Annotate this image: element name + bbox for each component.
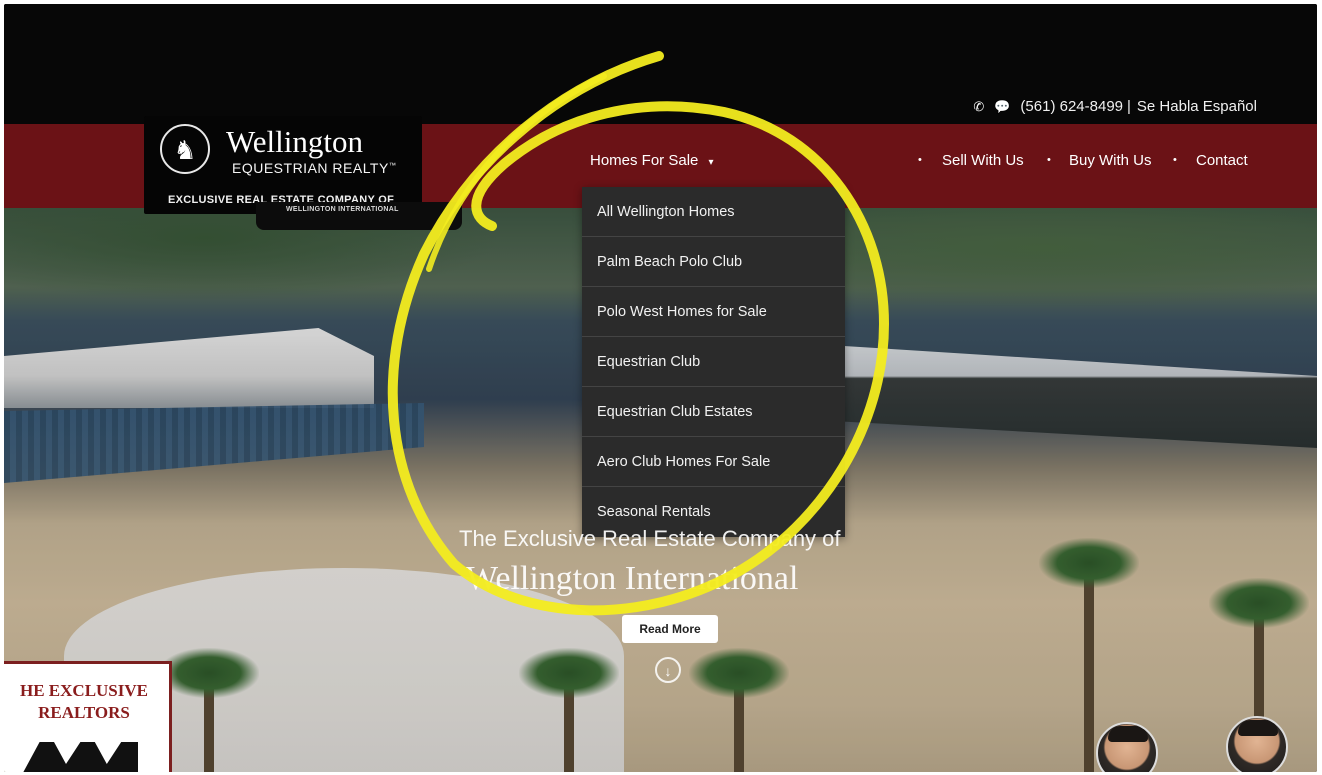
agent-avatar[interactable] (1226, 716, 1288, 772)
nav-buy-with-us[interactable]: Buy With Us (1069, 152, 1152, 169)
w-logo-mark (18, 742, 138, 772)
logo-sub-tagline: WELLINGTON INTERNATIONAL (256, 202, 462, 230)
horse-weathervane-icon: ♞ (160, 124, 210, 174)
contact-line: ✆ 💬 (561) 624-8499 | Se Habla Español (973, 98, 1257, 115)
nav-bullet: • (918, 154, 922, 166)
nav-sell-with-us[interactable]: Sell With Us (942, 152, 1024, 169)
hero-subheading: The Exclusive Real Estate Company of (459, 526, 841, 551)
site-logo[interactable]: ♞ Wellington EQUESTRIAN REALTY™ EXCLUSIV… (144, 116, 422, 214)
divider: | (1127, 98, 1131, 115)
arrow-down-circle-icon[interactable]: ↓ (655, 657, 681, 683)
dropdown-item-equestrian-club-estates[interactable]: Equestrian Club Estates (582, 387, 845, 437)
logo-name: Wellington (226, 124, 363, 159)
dropdown-item-polo-west-homes[interactable]: Polo West Homes for Sale (582, 287, 845, 337)
exclusive-realtors-badge: HE EXCLUSIVE REALTORS (4, 661, 172, 772)
dropdown-item-palm-beach-polo-club[interactable]: Palm Beach Polo Club (582, 237, 845, 287)
homes-for-sale-dropdown: All Wellington Homes Palm Beach Polo Clu… (582, 187, 845, 537)
dropdown-item-all-wellington-homes[interactable]: All Wellington Homes (582, 187, 845, 237)
chevron-down-icon: ▾ (708, 157, 714, 168)
read-more-button[interactable]: Read More (622, 615, 718, 643)
badge-text: HE EXCLUSIVE REALTORS (19, 681, 148, 722)
nav-contact[interactable]: Contact (1196, 152, 1248, 169)
dropdown-item-aero-club-homes[interactable]: Aero Club Homes For Sale (582, 437, 845, 487)
dropdown-item-equestrian-club[interactable]: Equestrian Club (582, 337, 845, 387)
logo-subtitle: EQUESTRIAN REALTY™ (232, 160, 397, 176)
nav-bullet: • (1047, 154, 1051, 166)
hero-heading: Wellington International (466, 560, 799, 597)
chat-bubble-icon[interactable]: 💬 (994, 99, 1010, 115)
nav-homes-for-sale[interactable]: Homes For Sale ▾ (590, 152, 714, 169)
language-note: Se Habla Español (1136, 98, 1257, 115)
browser-viewport: ✆ 💬 (561) 624-8499 | Se Habla Español ♞ … (4, 4, 1317, 772)
phone-number[interactable]: (561) 624-8499 (1020, 98, 1123, 115)
nav-bullet: • (1173, 154, 1177, 166)
phone-ringing-icon[interactable]: ✆ (973, 99, 984, 115)
top-bar: ✆ 💬 (561) 624-8499 | Se Habla Español (4, 4, 1317, 124)
